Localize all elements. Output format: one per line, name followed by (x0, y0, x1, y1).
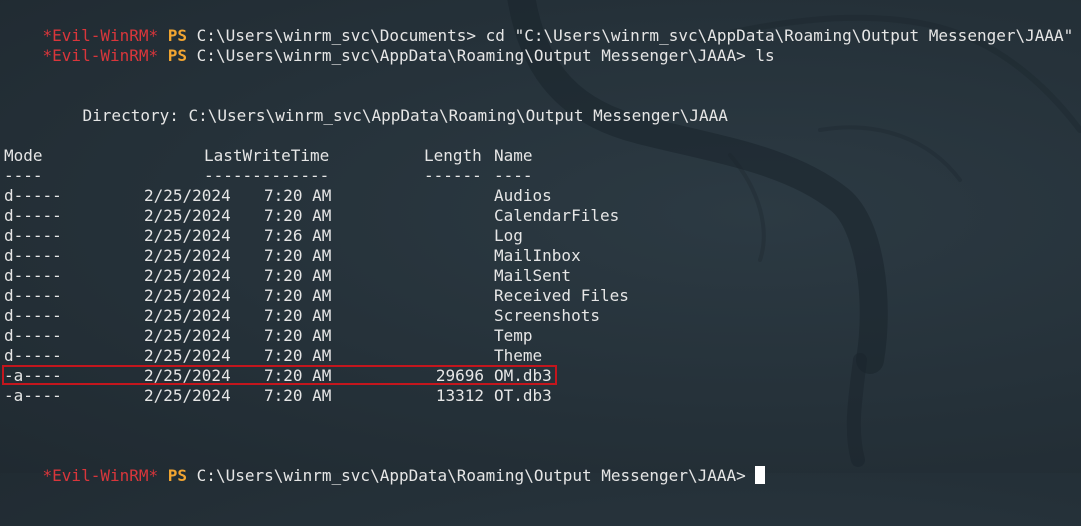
row-name: OT.db3 (494, 386, 552, 405)
directory-line: Directory: C:\Users\winrm_svc\AppData\Ro… (44, 86, 728, 125)
table-row: d----- 2/25/2024 7:20 AM Screenshots (4, 306, 1004, 326)
underline-mode: ---- (4, 166, 43, 185)
row-length: 29696 (435, 366, 484, 385)
row-name: CalendarFiles (494, 206, 620, 225)
row-date: 2/25/2024 (144, 366, 231, 385)
prompt-ps: PS (167, 46, 188, 65)
prompt-path: C:\Users\winrm_svc\AppData\Roaming\Outpu… (196, 466, 746, 485)
cursor-icon (755, 466, 766, 484)
row-mode: -a---- (4, 366, 62, 385)
command-text: ls (755, 46, 775, 65)
row-mode: d----- (4, 246, 62, 265)
row-time: 7:26 AM (264, 226, 332, 245)
command-line-2: *Evil-WinRM* PS C:\Users\winrm_svc\AppDa… (4, 26, 775, 65)
directory-path: C:\Users\winrm_svc\AppData\Roaming\Outpu… (188, 106, 728, 125)
table-row: d----- 2/25/2024 7:20 AM CalendarFiles (4, 206, 1004, 226)
header-name: Name (494, 146, 533, 165)
table-row: d----- 2/25/2024 7:20 AM MailInbox (4, 246, 1004, 266)
row-date: 2/25/2024 (144, 306, 231, 325)
row-name: Log (494, 226, 523, 245)
row-mode: d----- (4, 326, 62, 345)
row-date: 2/25/2024 (144, 186, 231, 205)
table-row: d----- 2/25/2024 7:20 AM MailSent (4, 266, 1004, 286)
row-length: 13312 (435, 386, 484, 405)
row-mode: d----- (4, 266, 62, 285)
row-date: 2/25/2024 (144, 226, 231, 245)
command-line-3[interactable]: *Evil-WinRM* PS C:\Users\winrm_svc\AppDa… (4, 446, 766, 485)
row-name: Temp (494, 326, 533, 345)
row-mode: -a---- (4, 386, 62, 405)
row-name: Audios (494, 186, 552, 205)
row-date: 2/25/2024 (144, 326, 231, 345)
command-line-1: *Evil-WinRM* PS C:\Users\winrm_svc\Docum… (4, 6, 1074, 45)
prompt-label: *Evil-WinRM* (42, 46, 159, 65)
header-mode: Mode (4, 146, 43, 165)
row-mode: d----- (4, 186, 62, 205)
row-name: OM.db3 (494, 366, 552, 385)
row-time: 7:20 AM (264, 366, 332, 385)
table-row-highlighted: -a---- 2/25/2024 7:20 AM 29696 OM.db3 (4, 366, 1004, 386)
row-name: MailInbox (494, 246, 581, 265)
row-time: 7:20 AM (264, 386, 332, 405)
row-time: 7:20 AM (264, 326, 332, 345)
table-row: -a---- 2/25/2024 7:20 AM 13312 OT.db3 (4, 386, 1004, 406)
row-name: MailSent (494, 266, 572, 285)
directory-label: Directory: (82, 106, 179, 125)
table-row: d----- 2/25/2024 7:20 AM Theme (4, 346, 1004, 366)
row-time: 7:20 AM (264, 186, 332, 205)
row-time: 7:20 AM (264, 346, 332, 365)
row-mode: d----- (4, 346, 62, 365)
row-name: Received Files (494, 286, 629, 305)
row-time: 7:20 AM (264, 286, 332, 305)
prompt-ps: PS (167, 466, 188, 485)
row-name: Screenshots (494, 306, 600, 325)
table-row: d----- 2/25/2024 7:20 AM Audios (4, 186, 1004, 206)
row-time: 7:20 AM (264, 246, 332, 265)
row-date: 2/25/2024 (144, 266, 231, 285)
table-row: d----- 2/25/2024 7:26 AM Log (4, 226, 1004, 246)
underline-name: ---- (494, 166, 533, 185)
terminal-window[interactable]: { "prompt": { "name": "*Evil-WinRM*", "p… (0, 0, 1081, 485)
row-time: 7:20 AM (264, 306, 332, 325)
row-mode: d----- (4, 206, 62, 225)
row-time: 7:20 AM (264, 266, 332, 285)
prompt-label: *Evil-WinRM* (42, 466, 159, 485)
listing-underline: ---- ------------- ------ ---- (4, 166, 1004, 186)
header-length: Length (424, 146, 482, 165)
row-date: 2/25/2024 (144, 286, 231, 305)
header-lastwritetime: LastWriteTime (204, 146, 330, 165)
row-mode: d----- (4, 226, 62, 245)
row-date: 2/25/2024 (144, 346, 231, 365)
row-date: 2/25/2024 (144, 206, 231, 225)
row-name: Theme (494, 346, 543, 365)
listing-header: Mode LastWriteTime Length Name (4, 146, 1004, 166)
row-mode: d----- (4, 306, 62, 325)
row-mode: d----- (4, 286, 62, 305)
prompt-path: C:\Users\winrm_svc\AppData\Roaming\Outpu… (196, 46, 746, 65)
row-date: 2/25/2024 (144, 246, 231, 265)
row-date: 2/25/2024 (144, 386, 231, 405)
table-row: d----- 2/25/2024 7:20 AM Received Files (4, 286, 1004, 306)
underline-length: ------ (424, 166, 482, 185)
table-row: d----- 2/25/2024 7:20 AM Temp (4, 326, 1004, 346)
terminal-output: *Evil-WinRM* PS C:\Users\winrm_svc\Docum… (2, 0, 1081, 485)
row-time: 7:20 AM (264, 206, 332, 225)
underline-lastwritetime: ------------- (204, 166, 330, 185)
